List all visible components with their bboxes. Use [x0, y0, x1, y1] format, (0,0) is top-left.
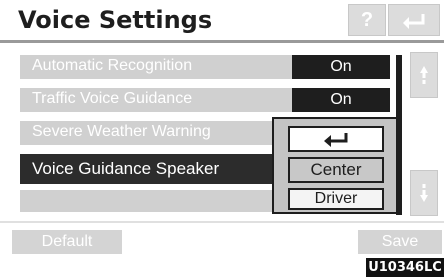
- setting-row-severe-weather-warning[interactable]: Severe Weather Warning: [20, 121, 272, 145]
- page-title: Voice Settings: [18, 6, 213, 34]
- scroll-up-icon: [420, 66, 428, 84]
- setting-label: Traffic Voice Guidance: [32, 90, 193, 107]
- setting-label: Voice Guidance Speaker: [32, 159, 220, 178]
- scrollbar-track[interactable]: [396, 55, 402, 215]
- scroll-down-icon: [420, 184, 428, 202]
- speaker-option-driver[interactable]: Driver: [288, 188, 384, 210]
- help-icon: ?: [360, 8, 374, 31]
- scroll-up-button[interactable]: [410, 52, 438, 98]
- setting-row-voice-guidance-speaker[interactable]: Voice Guidance Speaker: [20, 154, 272, 184]
- setting-label: Severe Weather Warning: [32, 123, 211, 140]
- header-divider: [0, 40, 444, 43]
- voice-settings-screen: Voice Settings ? Automatic Recognition O…: [0, 0, 444, 258]
- footer-divider: [0, 221, 444, 223]
- speaker-select-popup: Center Driver: [272, 117, 398, 214]
- setting-row-automatic-recognition[interactable]: Automatic Recognition On: [20, 55, 390, 79]
- save-button[interactable]: Save: [358, 230, 442, 254]
- automatic-recognition-toggle[interactable]: On: [292, 55, 390, 79]
- return-arrow-icon: [324, 133, 348, 147]
- setting-row-traffic-voice-guidance[interactable]: Traffic Voice Guidance On: [20, 88, 390, 112]
- scroll-down-button[interactable]: [410, 170, 438, 216]
- traffic-voice-guidance-toggle[interactable]: On: [292, 88, 390, 112]
- setting-label: Automatic Recognition: [32, 57, 193, 74]
- return-arrow-icon: [403, 14, 425, 29]
- back-button[interactable]: [388, 4, 440, 36]
- help-button[interactable]: ?: [348, 4, 386, 36]
- popup-back-button[interactable]: [288, 126, 384, 152]
- setting-row-empty: [20, 190, 272, 212]
- speaker-option-center[interactable]: Center: [288, 157, 384, 183]
- default-button[interactable]: Default: [12, 230, 122, 254]
- image-code-label: U10346LC: [366, 258, 444, 277]
